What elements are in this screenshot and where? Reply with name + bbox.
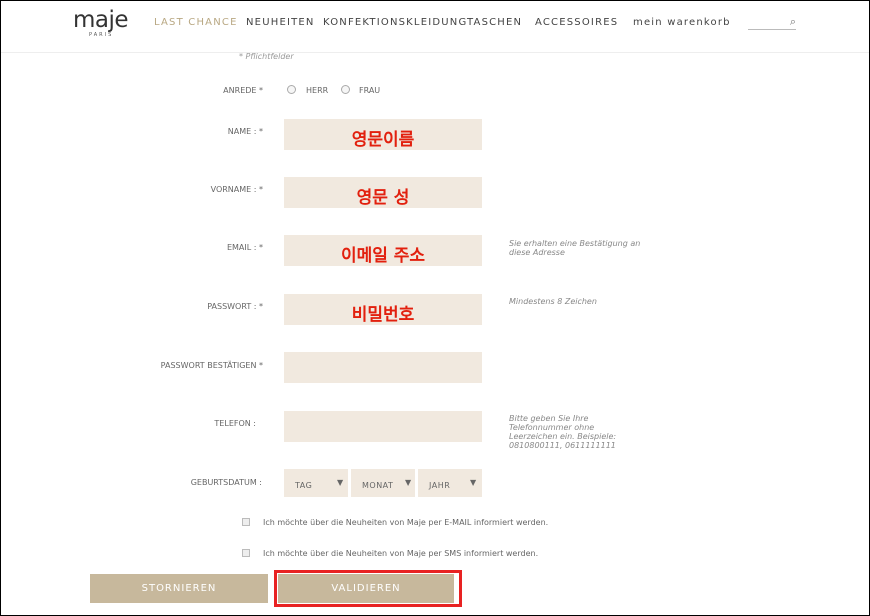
day-select-value: TAG [295, 481, 313, 490]
passwort-field[interactable]: 비밀번호 [284, 294, 482, 325]
telefon-hint: Bitte geben Sie Ihre Telefonnummer ohne … [509, 414, 617, 450]
vorname-label: VORNAME : * [210, 185, 263, 194]
passwort-hint: Mindestens 8 Zeichen [509, 297, 597, 306]
anrede-label: ANREDE * [223, 86, 263, 95]
email-field[interactable]: 이메일 주소 [284, 235, 482, 266]
telefon-field[interactable] [284, 411, 482, 442]
newsletter-sms-checkbox[interactable] [242, 549, 250, 557]
year-select[interactable]: JAHR ▼ [418, 469, 482, 497]
maje-logo[interactable]: maje [73, 8, 129, 32]
search-input[interactable]: ⌕ [748, 15, 796, 30]
newsletter-email-checkbox[interactable] [242, 518, 250, 526]
radio-frau-label: FRAU [359, 86, 381, 95]
nav-taschen[interactable]: TASCHEN [467, 17, 522, 29]
nav-accessoires[interactable]: ACCESSOIRES [535, 17, 618, 29]
validate-highlight [274, 570, 462, 607]
chevron-down-icon: ▼ [470, 478, 477, 487]
day-select[interactable]: TAG ▼ [284, 469, 348, 497]
radio-frau[interactable] [341, 85, 350, 94]
email-label: EMAIL : * [226, 243, 263, 252]
nav-neuheiten[interactable]: NEUHEITEN [246, 17, 315, 29]
passwort-confirm-field[interactable] [284, 352, 482, 383]
newsletter-email-label: Ich möchte über die Neuheiten von Maje p… [263, 518, 549, 527]
logo-subtitle: PARIS [89, 32, 114, 38]
site-header: maje PARIS LAST CHANCE NEUHEITEN KONFEKT… [0, 0, 870, 53]
chevron-down-icon: ▼ [337, 478, 344, 487]
month-select-value: MONAT [362, 481, 394, 490]
email-annotation: 이메일 주소 [340, 246, 426, 266]
email-hint: Sie erhalten eine Bestätigung an diese A… [509, 239, 641, 257]
chevron-down-icon: ▼ [405, 478, 412, 487]
required-note: * Pflichtfelder [239, 52, 294, 61]
vorname-annotation: 영문 성 [356, 188, 410, 208]
birthdate-label: GEBURTSDATUM : [190, 478, 262, 487]
passwort-annotation: 비밀번호 [351, 305, 415, 325]
name-label: NAME : * [227, 127, 263, 136]
name-field[interactable]: 영문이름 [284, 119, 482, 150]
name-annotation: 영문이름 [351, 130, 415, 150]
radio-herr[interactable] [287, 85, 296, 94]
year-select-value: JAHR [429, 481, 451, 490]
nav-konfektionskleidung[interactable]: KONFEKTIONSKLEIDUNG [323, 17, 467, 29]
nav-cart[interactable]: mein warenkorb [633, 17, 731, 29]
month-select[interactable]: MONAT ▼ [351, 469, 415, 497]
radio-herr-label: HERR [306, 86, 329, 95]
telefon-label: TELEFON : [214, 419, 256, 428]
search-icon[interactable]: ⌕ [790, 15, 796, 29]
newsletter-sms-label: Ich möchte über die Neuheiten von Maje p… [263, 549, 539, 558]
passwort-label: PASSWORT : * [207, 302, 263, 311]
passwort-confirm-label: PASSWORT BESTÄTIGEN * [160, 361, 263, 370]
cancel-button[interactable]: STORNIEREN [90, 574, 268, 603]
nav-last-chance[interactable]: LAST CHANCE [154, 17, 238, 29]
vorname-field[interactable]: 영문 성 [284, 177, 482, 208]
